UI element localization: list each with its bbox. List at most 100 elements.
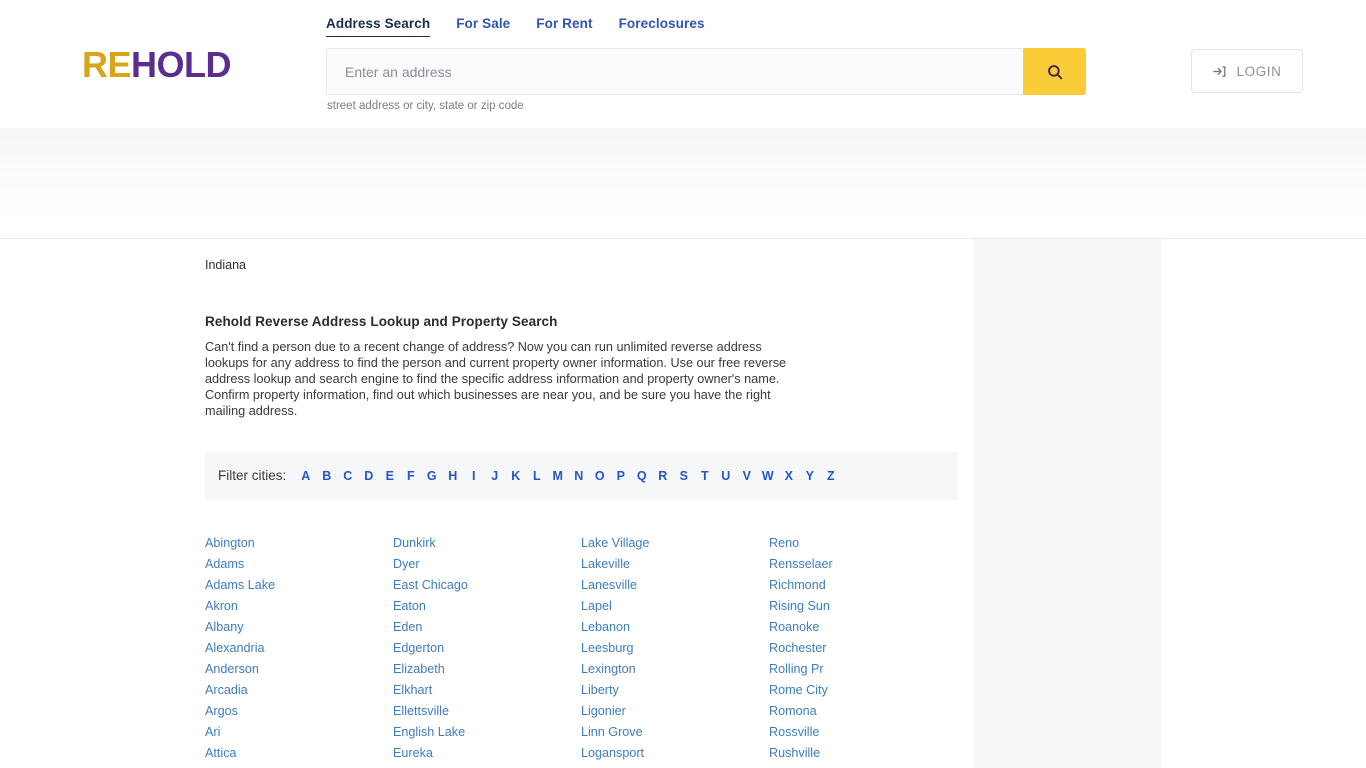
nav-item-foreclosures[interactable]: Foreclosures	[619, 16, 705, 36]
city-link[interactable]: Albany	[205, 617, 393, 638]
city-link[interactable]: East Chicago	[393, 575, 581, 596]
city-link[interactable]: Eden	[393, 617, 581, 638]
nav-item-for-rent[interactable]: For Rent	[536, 16, 592, 36]
alpha-filter-y[interactable]: Y	[799, 469, 820, 483]
city-link[interactable]: Auburn	[205, 765, 393, 768]
city-link[interactable]: Dyer	[393, 554, 581, 575]
alpha-filter-g[interactable]: G	[421, 469, 442, 483]
city-link[interactable]: Argos	[205, 701, 393, 722]
alpha-filter-z[interactable]: Z	[820, 469, 841, 483]
city-link[interactable]: Attica	[205, 743, 393, 764]
site-header: REHOLD Address Search For Sale For Rent …	[0, 0, 1366, 128]
city-link[interactable]: Roanoke	[769, 617, 957, 638]
city-link[interactable]: Russiaville	[769, 765, 957, 768]
city-link[interactable]: Linn Grove	[581, 722, 769, 743]
search-hint-text: street address or city, state or zip cod…	[327, 100, 524, 112]
alpha-filter-j[interactable]: J	[484, 469, 505, 483]
city-link[interactable]: Elizabeth	[393, 659, 581, 680]
city-link[interactable]: Lanesville	[581, 575, 769, 596]
page-description: Can't find a person due to a recent chan…	[205, 340, 787, 418]
city-link[interactable]: Arcadia	[205, 680, 393, 701]
alpha-filter-x[interactable]: X	[778, 469, 799, 483]
city-link[interactable]: Anderson	[205, 659, 393, 680]
alpha-filter-k[interactable]: K	[505, 469, 526, 483]
alpha-filter-a[interactable]: A	[295, 469, 316, 483]
nav-item-for-sale[interactable]: For Sale	[456, 16, 510, 36]
city-filter-bar: Filter cities: ABCDEFGHIJKLMNOPQRSTUVWXY…	[205, 451, 958, 500]
address-search-form	[326, 48, 1086, 95]
alpha-filter-d[interactable]: D	[358, 469, 379, 483]
city-list-grid: Abington Dunkirk Lake Village Reno Adams Dyer…	[205, 533, 960, 768]
main-content: Indiana Rehold Reverse Address Lookup an…	[0, 239, 1366, 768]
city-link[interactable]: Rushville	[769, 743, 957, 764]
alpha-filter-v[interactable]: V	[736, 469, 757, 483]
city-link[interactable]: Rising Sun	[769, 596, 957, 617]
city-link[interactable]: Reno	[769, 533, 957, 554]
city-link[interactable]: Alexandria	[205, 638, 393, 659]
alpha-filter-o[interactable]: O	[589, 469, 610, 483]
city-link[interactable]: English Lake	[393, 722, 581, 743]
city-link[interactable]: Eureka	[393, 743, 581, 764]
alpha-filter-c[interactable]: C	[337, 469, 358, 483]
alpha-filter-f[interactable]: F	[400, 469, 421, 483]
city-link[interactable]: Rolling Pr	[769, 659, 957, 680]
search-submit-button[interactable]	[1023, 48, 1086, 95]
alphabet-filter-list: ABCDEFGHIJKLMNOPQRSTUVWXYZ	[295, 469, 841, 483]
city-link[interactable]: Luther	[581, 765, 769, 768]
alpha-filter-b[interactable]: B	[316, 469, 337, 483]
sidebar-ad-placeholder	[974, 239, 1161, 768]
city-link[interactable]: Rome City	[769, 680, 957, 701]
page-title: Rehold Reverse Address Lookup and Proper…	[205, 314, 558, 329]
city-link[interactable]: Adams	[205, 554, 393, 575]
city-link[interactable]: Richmond	[769, 575, 957, 596]
header-banner-strip	[0, 128, 1366, 238]
city-link[interactable]: Ari	[205, 722, 393, 743]
city-link[interactable]: Adams Lake	[205, 575, 393, 596]
city-link[interactable]: Elkhart	[393, 680, 581, 701]
city-link[interactable]: Akron	[205, 596, 393, 617]
city-link[interactable]: Leesburg	[581, 638, 769, 659]
city-link[interactable]: Lakeville	[581, 554, 769, 575]
city-link[interactable]: Logansport	[581, 743, 769, 764]
breadcrumb: Indiana	[205, 258, 247, 272]
alpha-filter-i[interactable]: I	[463, 469, 484, 483]
site-logo[interactable]: REHOLD	[82, 44, 232, 85]
login-button[interactable]: LOGIN	[1191, 49, 1303, 93]
city-link[interactable]: Abington	[205, 533, 393, 554]
city-link[interactable]: Lapel	[581, 596, 769, 617]
alpha-filter-w[interactable]: W	[757, 469, 778, 483]
alpha-filter-e[interactable]: E	[379, 469, 400, 483]
city-link[interactable]: Liberty	[581, 680, 769, 701]
alpha-filter-s[interactable]: S	[673, 469, 694, 483]
alpha-filter-m[interactable]: M	[547, 469, 568, 483]
login-arrow-icon	[1213, 65, 1226, 77]
city-link[interactable]: Ligonier	[581, 701, 769, 722]
city-link[interactable]: Lexington	[581, 659, 769, 680]
login-label: LOGIN	[1236, 63, 1282, 79]
city-link[interactable]: Rossville	[769, 722, 957, 743]
city-link[interactable]: Eaton	[393, 596, 581, 617]
city-link[interactable]: Edgerton	[393, 638, 581, 659]
search-input[interactable]	[326, 48, 1023, 95]
content-column: Indiana Rehold Reverse Address Lookup an…	[205, 239, 960, 768]
city-link[interactable]: Romona	[769, 701, 957, 722]
city-link[interactable]: Dunkirk	[393, 533, 581, 554]
alpha-filter-t[interactable]: T	[694, 469, 715, 483]
alpha-filter-n[interactable]: N	[568, 469, 589, 483]
city-link[interactable]: Rensselaer	[769, 554, 957, 575]
alpha-filter-q[interactable]: Q	[631, 469, 652, 483]
city-link[interactable]: Evansville	[393, 765, 581, 768]
alpha-filter-p[interactable]: P	[610, 469, 631, 483]
city-link[interactable]: Lake Village	[581, 533, 769, 554]
city-link[interactable]: Lebanon	[581, 617, 769, 638]
alpha-filter-r[interactable]: R	[652, 469, 673, 483]
nav-item-address-search[interactable]: Address Search	[326, 16, 431, 37]
city-link[interactable]: Rochester	[769, 638, 957, 659]
city-link[interactable]: Ellettsville	[393, 701, 581, 722]
alpha-filter-h[interactable]: H	[442, 469, 463, 483]
filter-cities-label: Filter cities:	[218, 468, 287, 484]
alpha-filter-u[interactable]: U	[715, 469, 736, 483]
alpha-filter-l[interactable]: L	[526, 469, 547, 483]
primary-navigation: Address Search For Sale For Rent Foreclo…	[326, 16, 705, 37]
logo-text-hold: HOLD	[131, 44, 232, 85]
